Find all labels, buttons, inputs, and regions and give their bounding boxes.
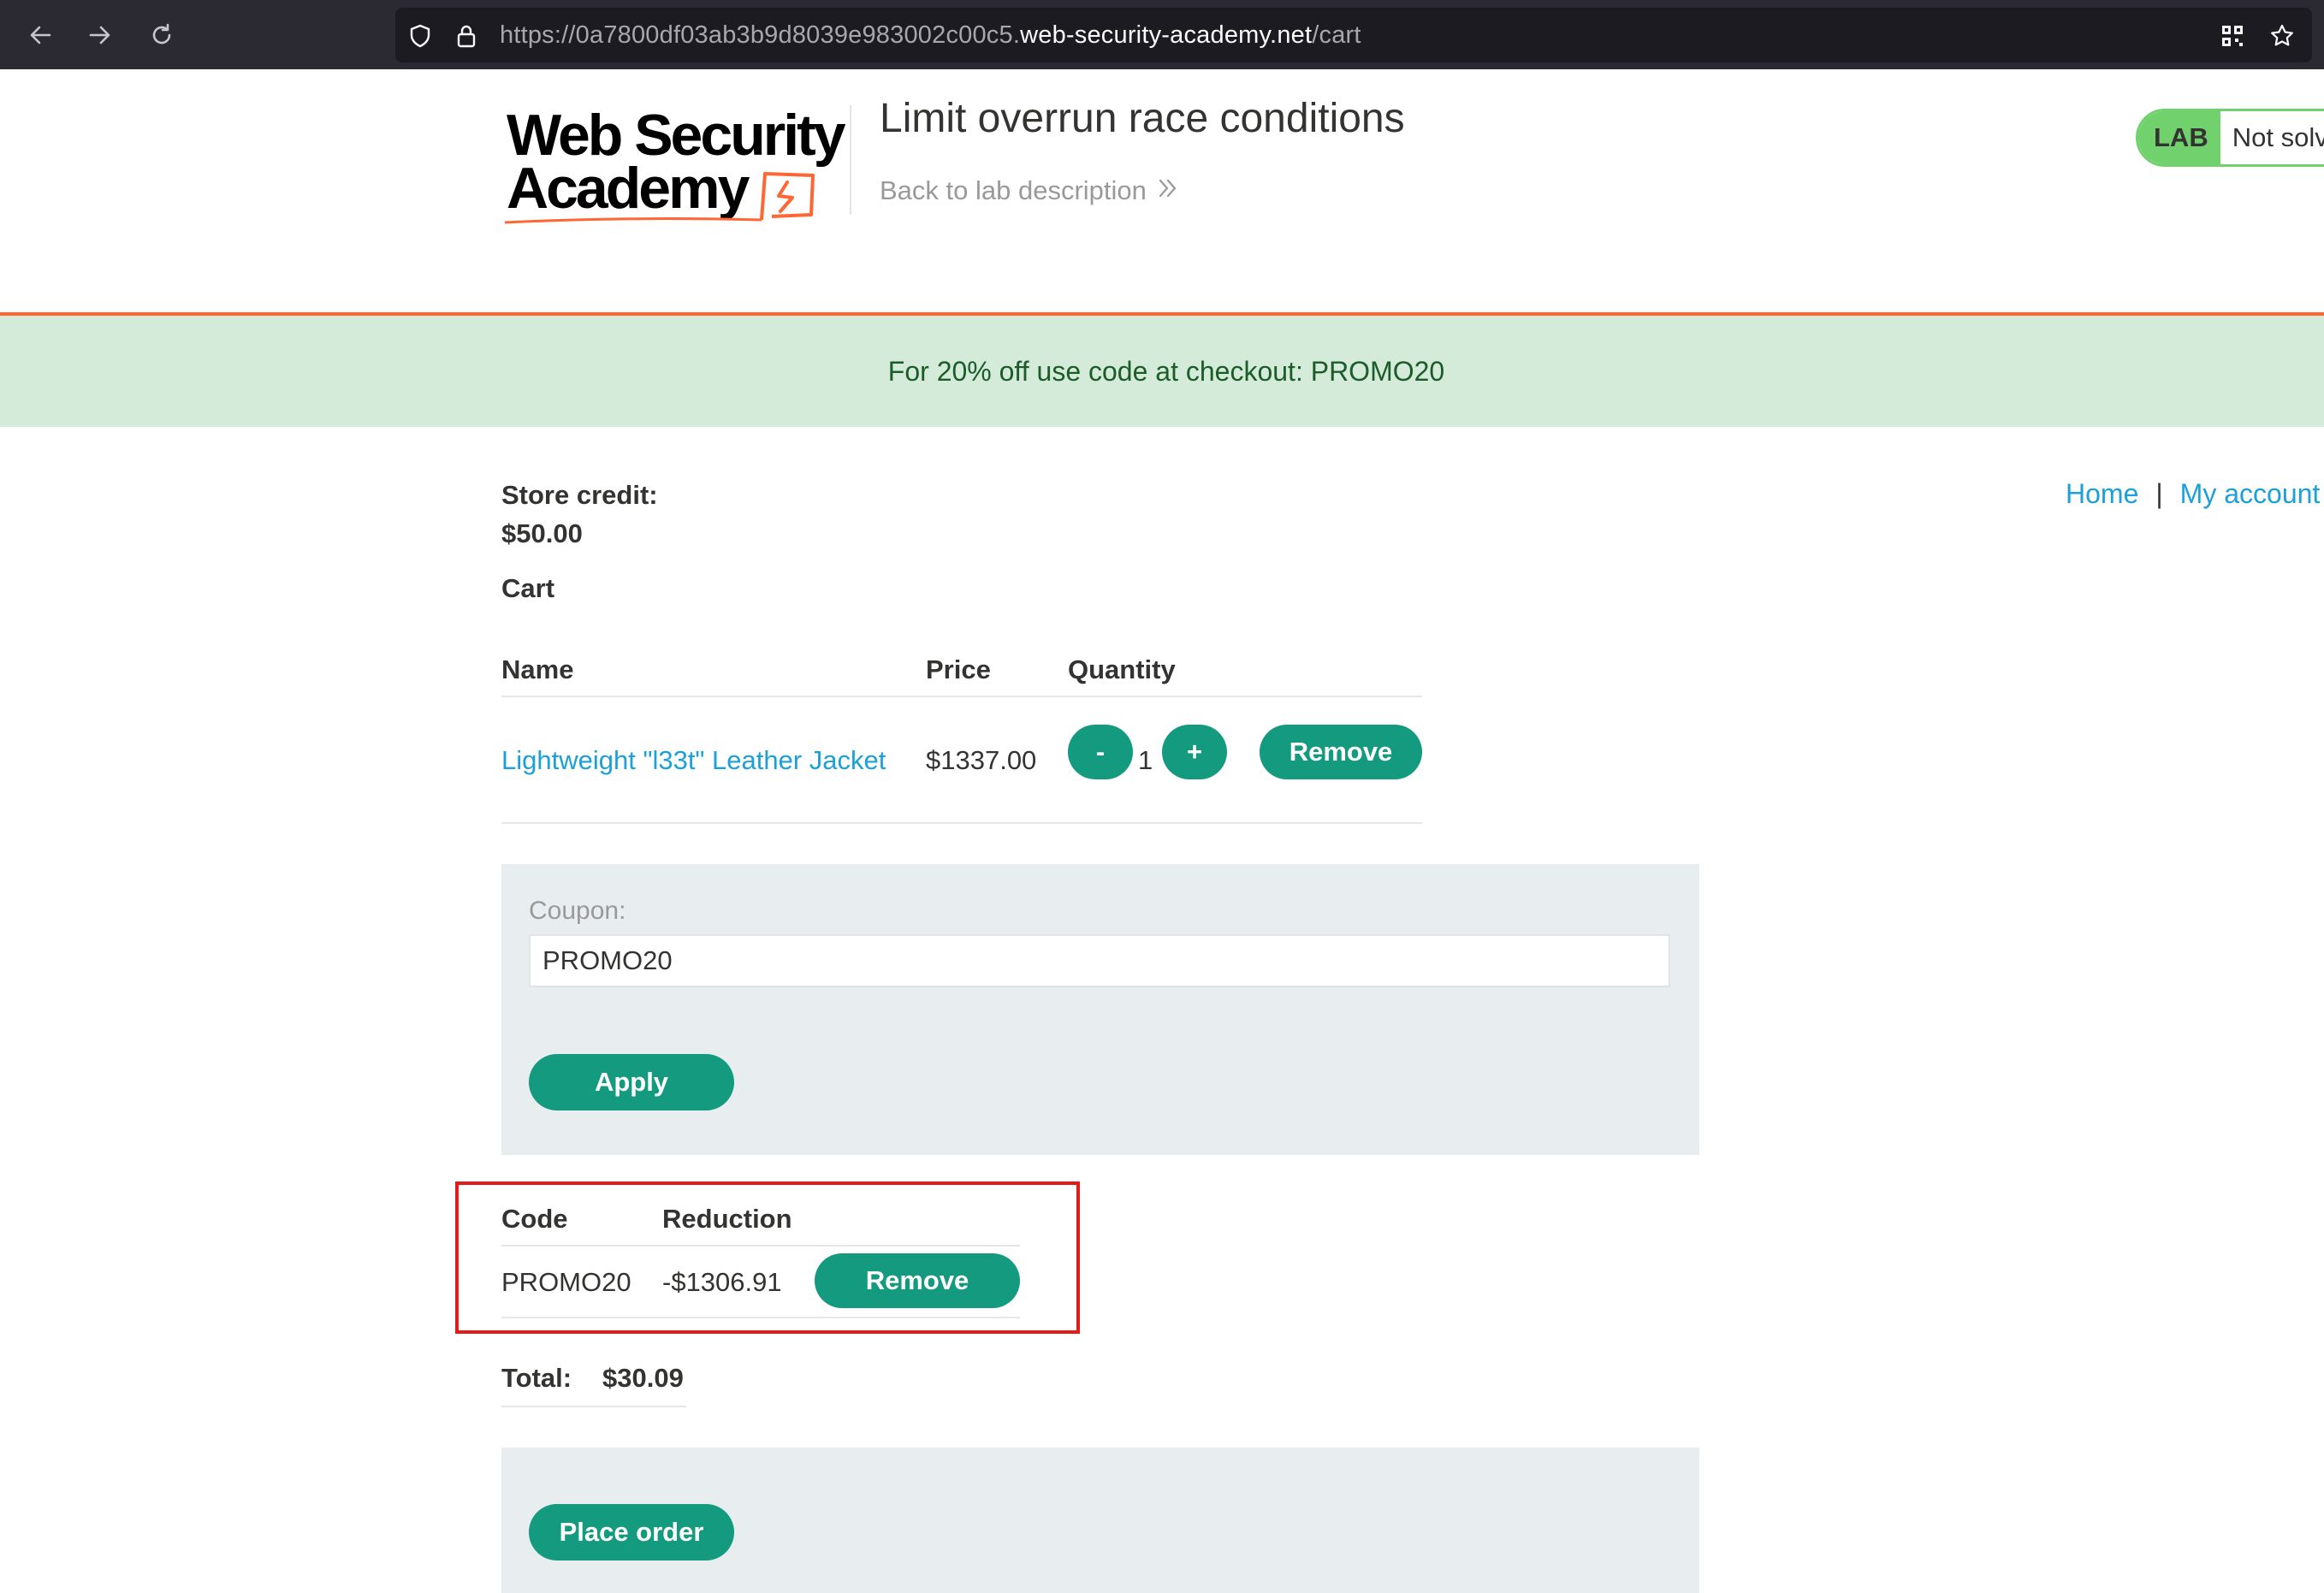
coupon-label: Coupon: [529,897,626,925]
nav-separator: | [2155,478,2163,509]
store-credit-value: $50.00 [501,518,583,548]
column-header-quantity: Quantity [1068,654,1176,684]
table-row: PROMO20 -$1306.91 Remove [501,1247,1020,1318]
column-header-reduction: Reduction [662,1204,792,1234]
qr-code-icon[interactable] [2220,23,2245,49]
total-label: Total: [501,1363,572,1393]
cart-total: Total: $30.09 [501,1363,686,1407]
column-header-price: Price [926,654,991,684]
cart-page: Store credit: $50.00 Cart Home | My acco… [0,427,2324,1593]
remove-coupon-button[interactable]: Remove [815,1253,1020,1308]
url-path: /cart [1312,21,1361,49]
product-link[interactable]: Lightweight "l33t" Leather Jacket [501,745,886,776]
coupon-code: PROMO20 [501,1267,631,1297]
column-header-code: Code [501,1204,568,1234]
url-scheme: https:// [500,21,576,49]
double-chevron-right-icon [1157,175,1179,206]
cart-table: Name Price Quantity Lightweight "l33t" L… [501,648,1422,824]
back-arrow-icon[interactable] [21,15,60,55]
lab-title: Limit overrun race conditions [880,96,1405,141]
promo-banner-text: For 20% off use code at checkout: PROMO2… [887,355,1445,387]
url-host: web-security-academy.net [1020,21,1313,49]
back-to-lab-description-link[interactable]: Back to lab description [880,175,1179,206]
top-nav: Home | My account [2066,478,2320,510]
decrease-quantity-button[interactable]: - [1068,725,1133,779]
my-account-link[interactable]: My account [2180,478,2321,510]
url-text[interactable]: https://0a7800df03ab3b9d8039e983002c00c5… [500,21,1361,50]
address-bar[interactable]: https://0a7800df03ab3b9d8039e983002c00c5… [395,8,2312,62]
svg-text:Academy: Academy [507,156,750,221]
forward-arrow-icon[interactable] [80,15,120,55]
quantity-value: 1 [1138,745,1153,775]
remove-item-button[interactable]: Remove [1260,725,1422,779]
column-header-name: Name [501,654,574,684]
coupon-input[interactable] [529,934,1670,987]
home-link[interactable]: Home [2066,478,2138,510]
applied-coupons-table: Code Reduction PROMO20 -$1306.91 Remove [501,1197,1020,1318]
back-link-label: Back to lab description [880,175,1147,205]
apply-coupon-button[interactable]: Apply [529,1054,734,1110]
bookmark-star-icon[interactable] [2269,23,2295,49]
increase-quantity-button[interactable]: + [1162,725,1227,779]
lab-status-text: Not solved [2232,122,2324,152]
lab-badge-label: LAB [2138,111,2220,164]
applied-coupons-header: Code Reduction [501,1197,1020,1247]
reload-icon[interactable] [142,15,181,55]
promo-banner: For 20% off use code at checkout: PROMO2… [0,316,2324,427]
coupon-form: Coupon: Apply [501,864,1699,1155]
table-row: Lightweight "l33t" Leather Jacket $1337.… [501,697,1422,824]
place-order-form: Place order [501,1448,1699,1593]
lock-icon[interactable] [454,23,479,49]
product-price: $1337.00 [926,745,1037,775]
store-credit-label: Store credit: [501,480,658,510]
web-security-academy-logo[interactable]: Web Security Academy [504,103,849,232]
shield-icon[interactable] [407,23,433,49]
header-divider [850,105,851,215]
coupon-reduction: -$1306.91 [662,1267,782,1297]
lab-header: Web Security Academy Limit overrun race … [0,69,2324,316]
cart-table-header: Name Price Quantity [501,648,1422,697]
browser-toolbar: https://0a7800df03ab3b9d8039e983002c00c5… [0,0,2324,69]
cart-heading: Cart [501,573,555,603]
lab-status-badge: LAB Not solved [2136,109,2324,167]
url-subdomain: 0a7800df03ab3b9d8039e983002c00c5. [575,21,1021,49]
total-value: $30.09 [602,1363,684,1393]
place-order-button[interactable]: Place order [529,1504,734,1560]
